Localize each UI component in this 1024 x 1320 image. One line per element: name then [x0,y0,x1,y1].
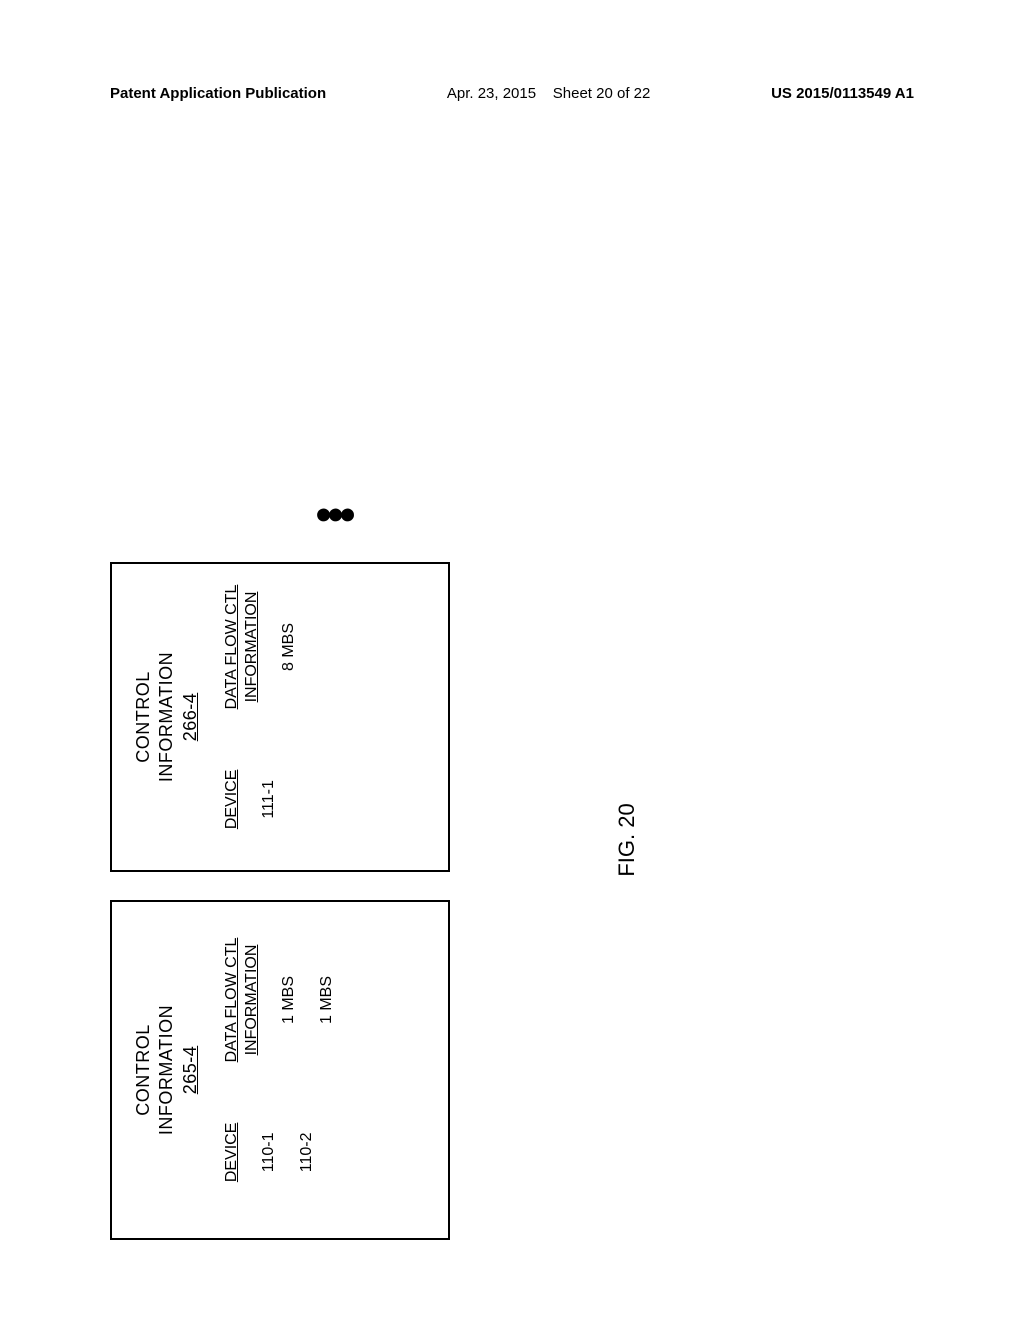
device-column-right: DEVICE 111-1 [222,749,318,849]
figure-rotated-content: CONTROL INFORMATION 265-4 DEVICE 110-1 1… [110,440,610,1240]
title-line1: CONTROL [133,671,153,763]
device-header-left: DEVICE [222,1102,242,1202]
device-header-right: DEVICE [222,749,242,849]
title-line2: INFORMATION [156,652,176,782]
table-row: 110-2 [298,1102,316,1202]
box-ref-right: 266-4 [180,693,200,742]
control-info-box-265-4: CONTROL INFORMATION 265-4 DEVICE 110-1 1… [110,900,450,1240]
box-title-right: CONTROL INFORMATION 266-4 [132,582,202,852]
publication-label: Patent Application Publication [110,85,326,102]
columns-right: DEVICE 111-1 DATA FLOW CTL INFORMATION 8… [222,582,318,852]
box-ref-left: 265-4 [180,1046,200,1095]
control-info-box-266-4: CONTROL INFORMATION 266-4 DEVICE 111-1 D… [110,562,450,872]
figure-area: CONTROL INFORMATION 265-4 DEVICE 110-1 1… [80,200,680,1000]
flow-header-right: DATA FLOW CTL INFORMATION [222,585,262,710]
device-column-left: DEVICE 110-1 110-2 [222,1102,356,1202]
sheet-info: Apr. 23, 2015 Sheet 20 of 22 [447,85,651,102]
box-row: CONTROL INFORMATION 265-4 DEVICE 110-1 1… [110,440,450,1240]
title-line2: INFORMATION [156,1005,176,1135]
columns-left: DEVICE 110-1 110-2 DATA FLOW CTL INFORMA… [222,920,356,1220]
table-row: 1 MBS [280,938,298,1063]
page-header: Patent Application Publication Apr. 23, … [110,85,914,102]
table-row: 8 MBS [280,585,298,710]
continuation-ellipsis-icon: ● ● ● [317,502,353,524]
pub-date: Apr. 23, 2015 [447,85,536,102]
publication-number: US 2015/0113549 A1 [771,85,914,102]
flow-column-left: DATA FLOW CTL INFORMATION 1 MBS 1 MBS [222,938,356,1063]
flow-header-left: DATA FLOW CTL INFORMATION [222,938,262,1063]
table-row: 111-1 [260,749,278,849]
flow-column-right: DATA FLOW CTL INFORMATION 8 MBS [222,585,318,710]
sheet-number: Sheet 20 of 22 [553,85,651,102]
box-title-left: CONTROL INFORMATION 265-4 [132,920,202,1220]
title-line1: CONTROL [133,1024,153,1116]
table-row: 1 MBS [318,938,336,1063]
figure-caption: FIG. 20 [614,803,640,876]
table-row: 110-1 [260,1102,278,1202]
